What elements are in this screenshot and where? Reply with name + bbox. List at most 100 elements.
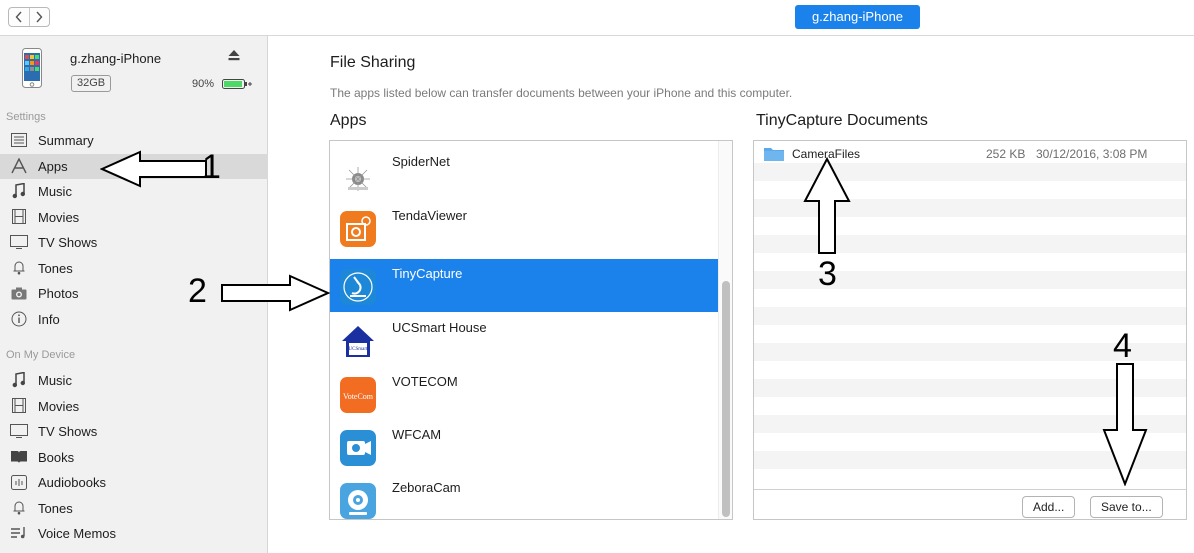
app-name: ZeboraCam: [392, 480, 461, 495]
apps-list[interactable]: SpiderNet TendaViewer TinyCapture UCSmart UC…: [329, 140, 733, 520]
documents-footer: Add... Save to...: [754, 489, 1186, 519]
folder-icon: [764, 148, 784, 161]
sidebar-item-label: Audiobooks: [38, 475, 106, 490]
page-title: File Sharing: [330, 54, 416, 71]
sidebar-item-label: Photos: [38, 286, 79, 301]
add-button[interactable]: Add...: [1022, 496, 1076, 518]
sidebar-item-tv-shows[interactable]: TV Shows: [0, 230, 268, 255]
tv-icon: [10, 423, 28, 439]
film-icon: [10, 209, 28, 225]
page-description: The apps listed below can transfer docum…: [330, 86, 793, 100]
sidebar-item-label: Info: [38, 311, 60, 327]
sidebar-item-label: Apps: [38, 158, 68, 174]
eject-icon[interactable]: [228, 50, 240, 61]
app-icon: [340, 483, 376, 519]
capacity-badge: 32GB: [71, 75, 112, 92]
app-row-votecom[interactable]: VoteCom VOTECOM: [330, 367, 720, 420]
voice-memo-icon: [10, 525, 28, 541]
navigation-buttons: [8, 7, 50, 27]
camera-icon: [10, 285, 28, 301]
annotation-arrow-2: [221, 274, 330, 312]
app-icon: [340, 157, 376, 193]
sidebar-item-label: Movies: [38, 398, 80, 414]
settings-section-label: Settings: [6, 111, 46, 123]
chevron-left-icon: [15, 11, 22, 23]
apps-scrollbar-thumb[interactable]: [722, 281, 730, 517]
sidebar-item-movies[interactable]: Movies: [0, 205, 268, 230]
sidebar-item-label: Tones: [38, 260, 73, 276]
battery-percent: 90%: [192, 78, 215, 90]
annotation-arrow-4: [1102, 363, 1148, 486]
sidebar-device-item-books[interactable]: Books: [0, 445, 268, 470]
toolbar: g.zhang-iPhone: [0, 0, 1194, 36]
list-icon: [10, 132, 28, 148]
svg-text:UCSmart: UCSmart: [349, 347, 369, 352]
document-date: 30/12/2016, 3:08 PM: [1036, 147, 1148, 161]
app-icon: [340, 211, 376, 247]
sidebar-item-label: TV Shows: [38, 424, 98, 439]
sidebar-item-label: Tones: [38, 500, 73, 516]
app-row-tendaviewer[interactable]: TendaViewer: [330, 201, 720, 254]
annotation-4: 4: [1113, 327, 1132, 365]
sidebar-item-label: Books: [38, 449, 75, 465]
sidebar-item-label: TV Shows: [38, 235, 98, 250]
tv-icon: [10, 234, 28, 250]
sidebar-device-item-music[interactable]: Music: [0, 368, 268, 393]
app-name: SpiderNet: [392, 154, 450, 169]
apps-heading: Apps: [330, 112, 367, 129]
chevron-right-icon: [36, 11, 43, 23]
app-name: VOTECOM: [392, 374, 458, 389]
sidebar-device-item-voice-memos[interactable]: Voice Memos: [0, 521, 268, 546]
app-name: TinyCapture: [392, 266, 463, 281]
document-size: 252 KB: [986, 147, 1026, 161]
annotation-2: 2: [188, 272, 207, 310]
apps-icon: [10, 157, 28, 174]
app-icon: VoteCom: [340, 377, 376, 413]
back-button[interactable]: [9, 8, 29, 26]
sidebar-item-label: Movies: [38, 209, 80, 225]
sidebar-device-item-tones[interactable]: Tones: [0, 496, 268, 521]
sidebar-device-item-movies[interactable]: Movies: [0, 394, 268, 419]
save-to-button[interactable]: Save to...: [1090, 496, 1163, 518]
sidebar-item-label: Music: [38, 373, 72, 388]
device-header: g.zhang-iPhone 32GB 90%: [0, 36, 268, 106]
device-name: g.zhang-iPhone: [70, 51, 162, 66]
info-icon: [10, 311, 28, 327]
app-row-ucsmart-house[interactable]: UCSmart UCSmart House: [330, 313, 720, 366]
app-name: TendaViewer: [392, 208, 467, 223]
app-name: WFCAM: [392, 427, 442, 442]
sidebar-device-item-tv-shows[interactable]: TV Shows: [0, 419, 268, 444]
annotation-arrow-3: [803, 157, 851, 254]
on-my-device-section-label: On My Device: [6, 349, 76, 361]
app-row-zeboracam[interactable]: ZeboraCam: [330, 473, 720, 519]
sidebar-item-label: Music: [38, 184, 72, 199]
app-icon: UCSmart: [340, 323, 376, 359]
app-icon: [340, 269, 376, 305]
iphone-icon: [22, 48, 42, 88]
sidebar-item-label: Summary: [38, 133, 94, 148]
app-row-spidernet[interactable]: SpiderNet: [330, 147, 720, 200]
book-icon: [10, 449, 28, 465]
app-row-tinycapture[interactable]: TinyCapture: [330, 259, 720, 312]
documents-heading: TinyCapture Documents: [756, 112, 928, 129]
apps-scrollbar[interactable]: [718, 141, 732, 519]
app-icon: [340, 430, 376, 466]
list-stripe: [754, 307, 1186, 325]
sidebar-item-label: Voice Memos: [38, 526, 117, 541]
battery-icon: [222, 79, 252, 89]
film-icon: [10, 398, 28, 414]
forward-button[interactable]: [28, 8, 50, 26]
svg-text:VoteCom: VoteCom: [343, 392, 374, 401]
bell-icon: [10, 500, 28, 516]
device-button[interactable]: g.zhang-iPhone: [795, 5, 920, 29]
bell-icon: [10, 260, 28, 276]
audiobook-icon: [10, 474, 28, 490]
app-row-wfcam[interactable]: WFCAM: [330, 420, 720, 473]
annotation-3: 3: [818, 255, 837, 293]
music-note-icon: [10, 183, 28, 199]
annotation-1: 1: [202, 148, 221, 186]
music-note-icon: [10, 372, 28, 388]
annotation-arrow-1: [100, 150, 207, 188]
sidebar-device-item-audiobooks[interactable]: Audiobooks: [0, 470, 268, 495]
app-name: UCSmart House: [392, 320, 487, 335]
